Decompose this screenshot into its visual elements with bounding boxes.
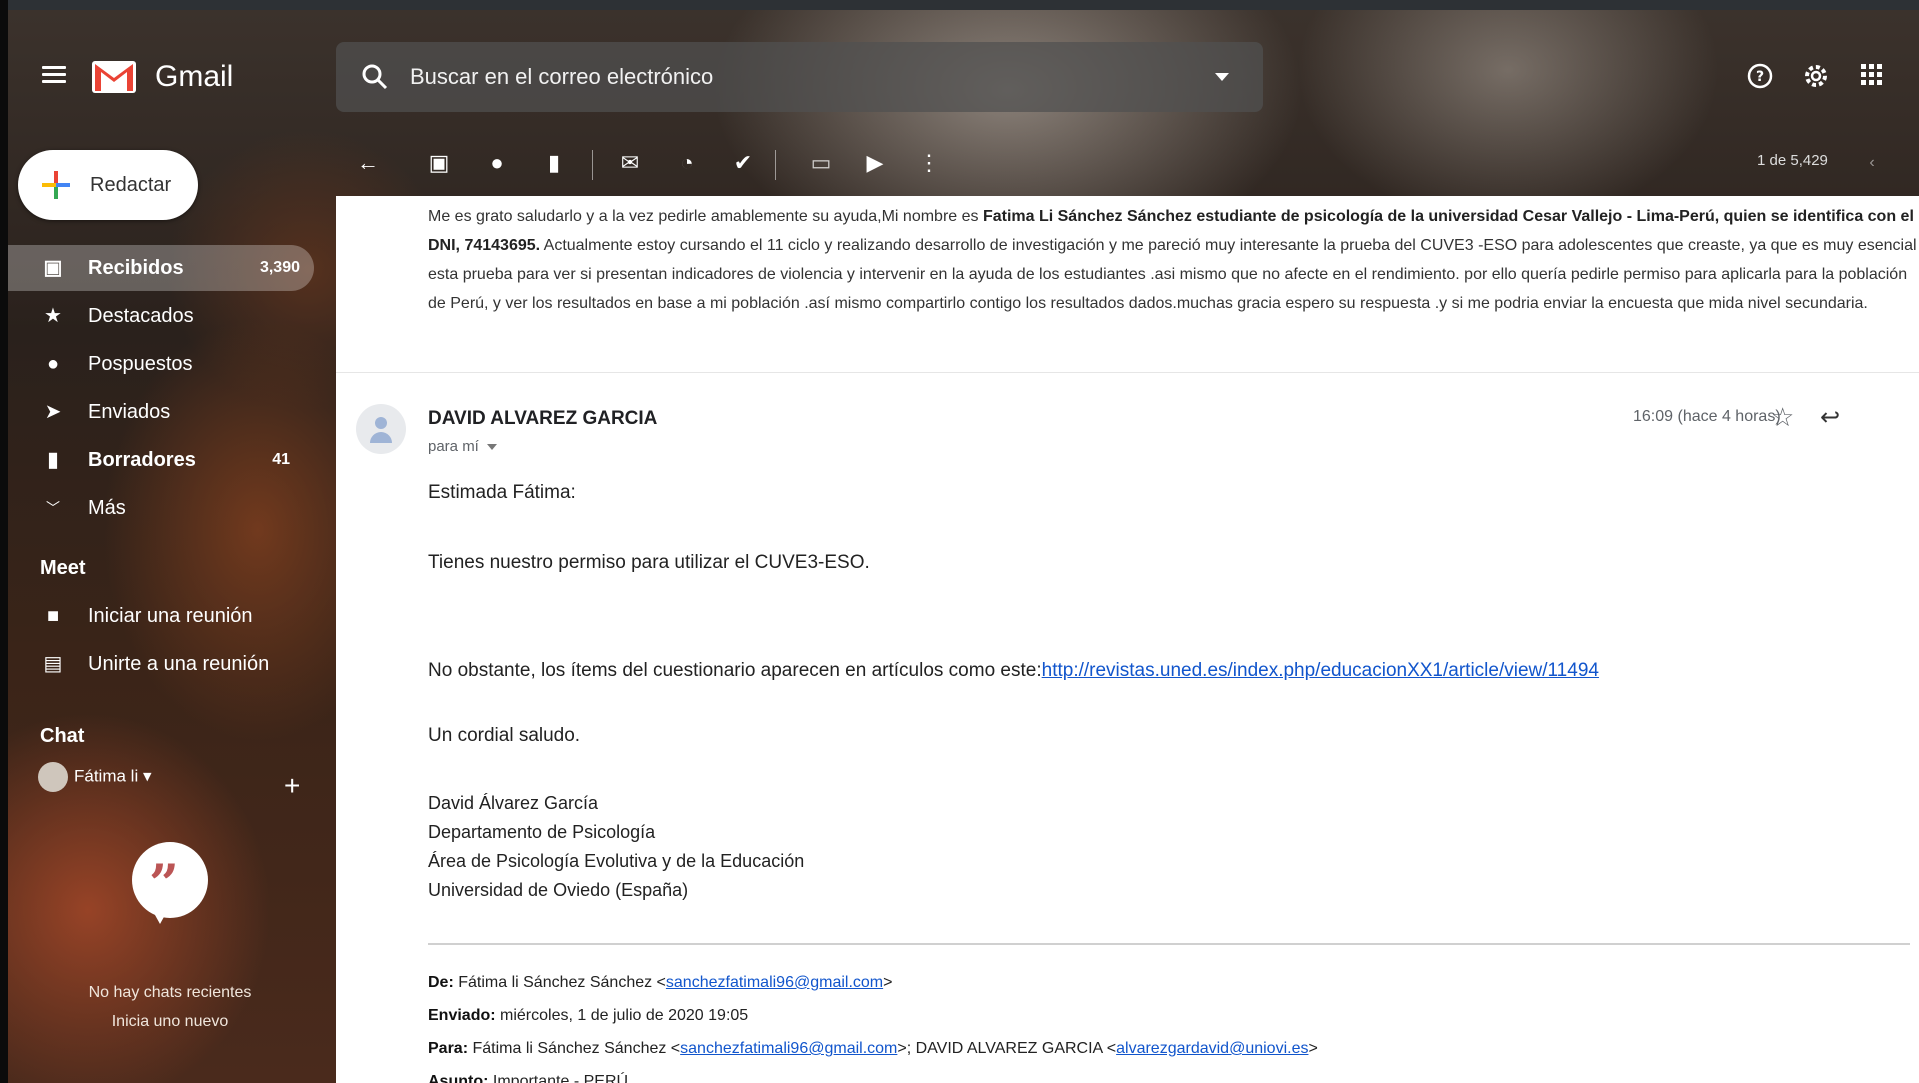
star-icon[interactable]: ☆ [1771, 402, 1794, 433]
chat-title: Chat [40, 725, 85, 747]
svg-text:?: ? [1756, 69, 1764, 85]
meet-title: Meet [40, 557, 86, 579]
send-icon: ➤ [44, 401, 62, 423]
message-time: 16:09 (hace 4 horas) [1633, 408, 1781, 425]
body-line-1: Tienes nuestro permiso para utilizar el … [428, 552, 870, 573]
search-bar[interactable]: Buscar en el correo electrónico [336, 42, 1263, 112]
to-email-link-2[interactable]: alvarezgardavid@uniovi.es [1116, 1040, 1308, 1057]
inbox-icon: ▣ [43, 257, 63, 279]
sender-name[interactable]: DAVID ALVAREZ GARCIA [428, 408, 657, 430]
compose-button[interactable]: Redactar [18, 150, 198, 220]
to-line: Para: Fátima li Sánchez Sánchez <sanchez… [428, 1040, 1318, 1057]
clock-icon: ● [46, 353, 60, 375]
closing: Un cordial saludo. [428, 725, 581, 746]
move-to-icon[interactable]: ▭ [808, 150, 834, 176]
divider [336, 372, 1919, 373]
message-pane: Me es grato saludarlo y a la vez pedirle… [336, 196, 1919, 1083]
quoted-message: Me es grato saludarlo y a la vez pedirle… [428, 208, 1917, 312]
sender-avatar [356, 404, 406, 454]
report-spam-icon[interactable]: ● [484, 150, 510, 176]
to-email-link-1[interactable]: sanchezfatimali96@gmail.com [680, 1040, 897, 1057]
message-toolbar [336, 140, 1919, 184]
draft-icon: ▮ [47, 449, 59, 471]
avatar [38, 762, 68, 792]
new-chat-icon[interactable]: + [284, 770, 300, 802]
sidebar-item-sent[interactable]: ➤ Enviados [8, 389, 314, 435]
greeting: Estimada Fátima: [428, 482, 576, 503]
archive-icon[interactable]: ▣ [426, 150, 452, 176]
pager-text: 1 de 5,429 [1757, 152, 1828, 169]
gmail-logo [92, 61, 136, 93]
app-name: Gmail [155, 60, 234, 93]
mark-unread-icon[interactable]: ✉ [617, 150, 643, 176]
sidebar-item-starred[interactable]: ★ Destacados [8, 293, 314, 339]
start-chat-text[interactable]: Inicia uno nuevo [40, 1013, 300, 1031]
forward-divider [428, 943, 1910, 945]
body-line-2: No obstante, los ítems del cuestionario … [428, 660, 1599, 681]
search-options-icon[interactable] [1215, 73, 1229, 81]
chat-user[interactable]: Fátima li ▾ [38, 762, 152, 792]
sidebar-item-inbox[interactable]: ▣ Recibidos 3,390 [8, 245, 314, 291]
settings-icon[interactable] [1801, 62, 1831, 92]
sidebar-item-snoozed[interactable]: ● Pospuestos [8, 341, 314, 387]
sidebar-item-drafts[interactable]: ▮ Borradores 41 [8, 437, 314, 483]
newer-icon[interactable]: ‹ [1859, 150, 1885, 176]
menu-icon[interactable] [42, 66, 66, 84]
browser-top-strip [0, 0, 1919, 10]
chevron-down-icon [486, 444, 497, 451]
sidebar-item-more[interactable]: ﹀ Más [8, 485, 314, 531]
quote-bubble-icon: ” [132, 842, 208, 924]
no-chats-text: No hay chats recientes [88, 984, 252, 1001]
video-icon: ■ [46, 605, 60, 627]
keyboard-icon: ▤ [43, 653, 63, 675]
toolbar-divider [775, 150, 776, 180]
from-email-link[interactable]: sanchezfatimali96@gmail.com [666, 974, 883, 991]
label-icon[interactable]: ▶ [862, 150, 888, 176]
signature: David Álvarez García Departamento de Psi… [428, 793, 805, 900]
meet-start[interactable]: ■ Iniciar una reunión [8, 593, 314, 639]
meet-join[interactable]: ▤ Unirte a una reunión [8, 641, 314, 687]
snooze-icon[interactable]: ◔ [674, 150, 700, 176]
reply-icon[interactable]: ↩ [1820, 403, 1840, 432]
subject-line: Asunto: Importante - PERÚ [428, 1073, 629, 1083]
screen-edge [0, 0, 8, 1083]
article-link[interactable]: http://revistas.uned.es/index.php/educac… [1042, 660, 1599, 681]
help-icon[interactable]: ? [1745, 62, 1775, 92]
search-icon[interactable] [360, 62, 390, 92]
plus-icon [42, 171, 70, 199]
search-input[interactable]: Buscar en el correo electrónico [410, 64, 713, 90]
back-icon[interactable]: ← [355, 150, 381, 176]
delete-icon[interactable]: ▮ [541, 150, 567, 176]
forwarded-headers: De: Fátima li Sánchez Sánchez <sanchezfa… [428, 966, 1318, 1083]
recipient-details[interactable]: para mí [428, 438, 497, 455]
compose-label: Redactar [90, 174, 172, 196]
from-line: De: Fátima li Sánchez Sánchez <sanchezfa… [428, 974, 893, 991]
chevron-down-icon: ﹀ [46, 500, 60, 516]
more-icon[interactable]: ⋮ [916, 150, 942, 176]
star-icon: ★ [44, 305, 62, 327]
add-task-icon[interactable]: ✔ [730, 150, 756, 176]
toolbar-divider [592, 150, 593, 180]
sent-line: Enviado: miércoles, 1 de julio de 2020 1… [428, 1007, 749, 1024]
apps-icon[interactable] [1857, 62, 1887, 92]
